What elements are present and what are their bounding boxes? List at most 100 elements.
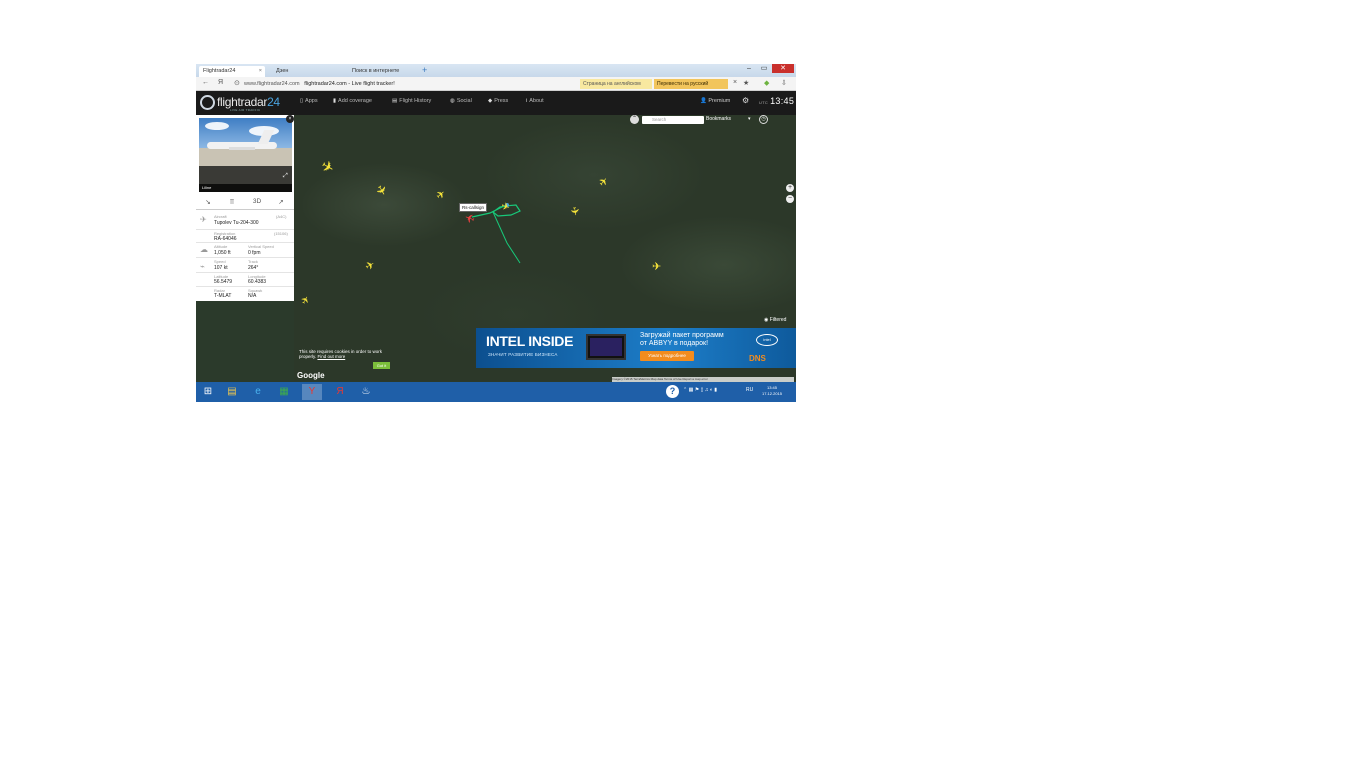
tray-icons[interactable]: ⌃ ▦ ⚑ ▯ ♫ ◐ ▮ (683, 387, 717, 393)
yandex-browser-icon[interactable]: Y (302, 384, 322, 400)
new-tab-button[interactable]: + (422, 65, 427, 75)
file-explorer-icon[interactable]: ▤ (222, 384, 242, 400)
windows-taskbar: ⊞ ▤ e ▦ Y Я ♨ ? ⌃ ▦ ⚑ ▯ ♫ ◐ ▮ RU 13:45 1… (196, 382, 796, 402)
squawk-value: N/A (248, 293, 257, 299)
filter-label: Filtered (769, 317, 787, 323)
aircraft-label: Aircraft (214, 214, 227, 219)
route-icon[interactable]: ↘ (196, 198, 220, 206)
radar-icon (200, 95, 215, 110)
yandex-home-icon[interactable]: Я (218, 79, 223, 86)
clock-time: 13:45 (770, 96, 795, 106)
download-icon[interactable]: ⇩ (781, 79, 787, 87)
nav-press[interactable]: ◆ Press (488, 98, 508, 104)
track-label: Track (248, 259, 258, 264)
excel-icon[interactable]: ▦ (274, 384, 294, 400)
tab-search[interactable]: Поиск в интернете (348, 66, 418, 77)
ad-line-1: Загружай пакет программ (640, 332, 724, 339)
aircraft-value: Tupolev Tu-204-300 (214, 220, 259, 226)
site-header: flightradar24 LIVE AIR TRAFFIC ▯ Apps ▮ Ad… (196, 91, 796, 115)
nav-about[interactable]: i About (526, 98, 544, 104)
url-host: www.flightradar24.com (244, 81, 300, 87)
panel-toolbar: ↘ ⠿ 3D ↗ (196, 196, 294, 210)
user-label: Premium (708, 98, 731, 104)
yandex-icon[interactable]: Я (330, 384, 350, 400)
intel-logo: intel (756, 334, 778, 346)
browser-tab-bar: Flightradar24 × Дзен Поиск в интернете +… (196, 64, 796, 77)
photo-plane-wing (229, 147, 255, 150)
aircraft-row: ✈ Aircraft (A4C) Tupolev Tu-204-300 (196, 213, 294, 230)
tab-flightradar24[interactable]: Flightradar24 × (199, 66, 265, 77)
translate-button[interactable]: Перевести на русский (654, 79, 728, 89)
url-title: flightradar24.com - Live flight tracker! (304, 81, 395, 87)
nav-social[interactable]: ◍ Social (450, 98, 472, 104)
nav-add-coverage[interactable]: ▮ Add coverage (333, 98, 372, 104)
info-icon: i (526, 98, 528, 104)
windows-start-icon[interactable]: ⊞ (198, 384, 218, 400)
ad-cta-button[interactable]: Узнать подробнее (640, 351, 694, 361)
apps-icon: ▯ (300, 98, 304, 104)
track-value: 264° (248, 265, 259, 271)
clock-zone: UTC (759, 100, 769, 105)
logo-main: flightradar (217, 95, 268, 109)
help-icon[interactable]: ? (666, 385, 679, 398)
expand-icon[interactable]: ⤢ (283, 173, 288, 180)
callsign-label: Rs-callsign (459, 203, 488, 212)
tab-zen[interactable]: Дзен (272, 66, 344, 77)
close-translate-icon[interactable]: × (733, 79, 737, 86)
url-field[interactable]: www.flightradar24.com flightradar24.com … (244, 79, 576, 89)
back-icon[interactable]: ← (202, 79, 209, 86)
logo-text: flightradar24 (217, 95, 280, 109)
screenshot: Flightradar24 × Дзен Поиск в интернете +… (196, 64, 796, 402)
protect-icon[interactable]: ◆ (764, 79, 769, 87)
nav-label: Social (456, 98, 472, 104)
speed-value: 107 kt (214, 265, 228, 271)
radar-dish-icon: ⌁ (200, 262, 205, 271)
tray-clock[interactable]: 13:45 17.12.2015 (762, 385, 782, 397)
longitude-value: 60.4383 (248, 279, 267, 285)
ad-tagline: ЗНАЧИТ РАЗВИТИЕ БИЗНЕСА (488, 352, 558, 357)
radar-row: Radar T-MLAT Squawk N/A (196, 287, 294, 301)
history-icon: ▤ (392, 98, 398, 104)
maximize-button[interactable]: ▭ (757, 64, 771, 73)
plane-icon: ✈ (200, 215, 207, 224)
tab-label: Дзен (276, 68, 289, 74)
registration-value: RA-64046 (214, 236, 237, 242)
laptop-image (586, 334, 626, 360)
press-icon: ◆ (488, 98, 493, 104)
registration-row: Registration (15106) RA-64046 (196, 230, 294, 243)
steam-icon[interactable]: ♨ (356, 384, 376, 400)
address-bar: ← Я ⊙ www.flightradar24.com flightradar2… (196, 77, 796, 91)
ad-brand: INTEL INSIDE (486, 333, 574, 349)
internet-explorer-icon[interactable]: e (248, 384, 268, 400)
nav-label: Apps (305, 98, 318, 104)
nav-label: Add coverage (338, 98, 372, 104)
bookmark-star-icon[interactable]: ★ (743, 79, 749, 87)
filter-toggle[interactable]: ◉ Filtered (764, 317, 786, 323)
cookie-accept-button[interactable]: Got it (373, 362, 390, 369)
nav-label: Press (494, 98, 509, 104)
altitude-value: 1,050 ft (214, 250, 231, 256)
aircraft-photo[interactable]: ⤢ Liline (199, 118, 292, 192)
google-logo: Google (297, 371, 325, 380)
radar-value: T-MLAT (214, 293, 232, 299)
cookie-link[interactable]: Find out more (317, 354, 345, 359)
language-indicator[interactable]: RU (746, 387, 753, 393)
close-panel-icon[interactable]: × (286, 115, 294, 123)
nav-flight-history[interactable]: ▤ Flight History (392, 98, 431, 104)
user-menu[interactable]: 👤 Premium (700, 98, 730, 104)
grid-icon[interactable]: ⠿ (220, 198, 244, 206)
settings-gear-icon[interactable]: ⚙ (742, 96, 749, 105)
nav-apps[interactable]: ▯ Apps (300, 98, 318, 104)
close-window-button[interactable]: ✕ (772, 64, 794, 73)
aircraft-icon[interactable]: ✈ (652, 261, 661, 274)
photo-terminal (199, 148, 292, 168)
tab-close-icon[interactable]: × (259, 68, 262, 74)
photo-cloud (205, 122, 229, 130)
flightradar24-logo[interactable]: flightradar24 LIVE AIR TRAFFIC (200, 94, 280, 112)
share-icon[interactable]: ↗ (269, 198, 293, 206)
utc-clock: UTC 13:45 (759, 96, 794, 106)
ad-banner[interactable]: INTEL INSIDE ЗНАЧИТ РАЗВИТИЕ БИЗНЕСА Заг… (476, 328, 796, 368)
aircraft-code: (A4C) (276, 214, 287, 219)
3d-view-button[interactable]: 3D (245, 198, 269, 205)
minimize-button[interactable]: ‒ (742, 64, 756, 73)
